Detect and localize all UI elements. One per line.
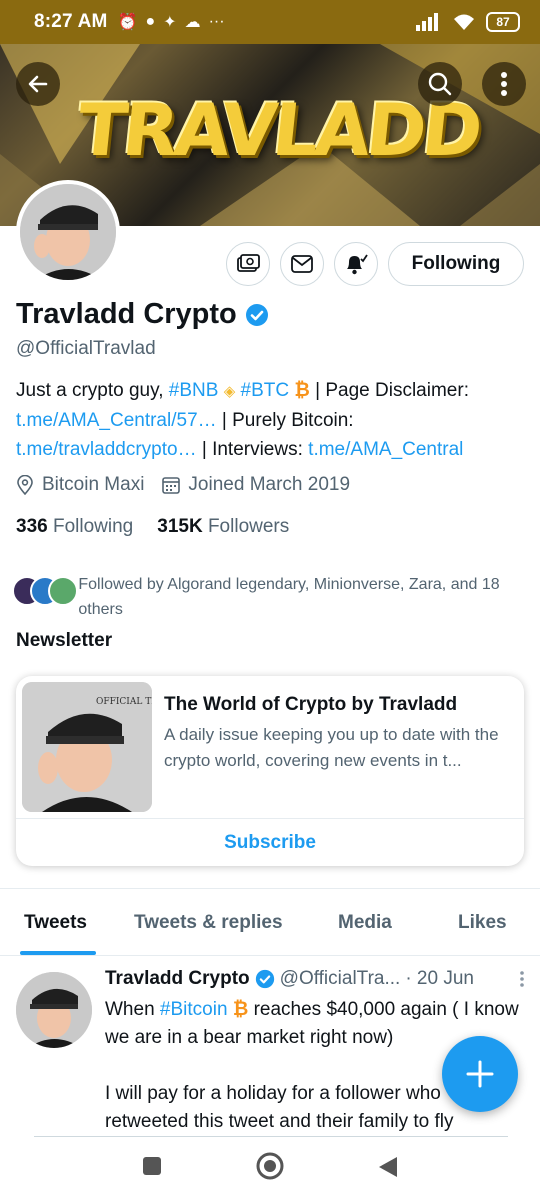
- bnb-icon: ◈: [223, 383, 236, 400]
- newsletter-title: The World of Crypto by Travladd: [164, 694, 458, 715]
- tweet-divider: [34, 1136, 508, 1137]
- recents-button[interactable]: [142, 1156, 162, 1181]
- bitcoin-icon: ₿: [294, 380, 310, 401]
- circle-icon: [256, 1152, 284, 1180]
- message-button[interactable]: [280, 242, 324, 286]
- tips-button[interactable]: [226, 242, 270, 286]
- twitter-icon: ✦: [163, 14, 177, 31]
- followed-by[interactable]: Followed by Algorand legendary, Minionve…: [12, 572, 524, 622]
- tweet-author-name[interactable]: Travladd Crypto: [105, 968, 250, 990]
- tab-media[interactable]: Media: [338, 912, 392, 934]
- display-name: Travladd Crypto: [16, 298, 269, 331]
- tweet-author-handle: @OfficialTra...: [279, 968, 401, 989]
- cloud-icon: ☁: [184, 14, 201, 31]
- search-icon: [428, 72, 452, 96]
- profile-location: Bitcoin Maxi: [42, 474, 145, 495]
- tab-tweets[interactable]: Tweets: [24, 912, 87, 934]
- tweet-avatar[interactable]: [16, 972, 92, 1048]
- newsletter-card[interactable]: OFFICIAL TRAVLADD The World of Crypto by…: [16, 676, 524, 866]
- bio-link-interviews[interactable]: t.me/AMA_Central: [308, 439, 463, 460]
- bell-check-icon: [347, 254, 368, 275]
- mail-icon: [291, 255, 313, 273]
- bio-text: | Interviews:: [196, 439, 309, 460]
- profile-joined-date: Joined March 2019: [188, 474, 351, 495]
- banner-logo-text: TRAVLADD: [73, 88, 483, 172]
- battery-icon: 87: [486, 12, 520, 32]
- bio-text: Just a crypto guy,: [16, 380, 169, 401]
- tab-likes[interactable]: Likes: [458, 912, 507, 934]
- home-button[interactable]: [256, 1152, 284, 1185]
- signal-icon: [416, 13, 438, 31]
- following-count-value: 336: [16, 516, 48, 537]
- followers-count-label: Followers: [207, 516, 290, 537]
- plus-icon: [466, 1060, 494, 1088]
- compose-tweet-button[interactable]: [442, 1036, 518, 1112]
- follower-avatar: [48, 576, 78, 606]
- profile-meta: Bitcoin Maxi Joined March 2019: [16, 474, 350, 496]
- tweet-more-icon[interactable]: [519, 970, 525, 988]
- tweet-text-segment: When: [105, 999, 160, 1020]
- status-bar: 8:27 AM ⏰ ● ✦ ☁ ··· 87: [0, 0, 540, 44]
- display-name-text: Travladd Crypto: [16, 298, 237, 330]
- system-navigation-bar: [0, 1138, 540, 1200]
- profile-avatar[interactable]: [16, 180, 120, 284]
- profile-handle: @OfficialTravlad: [16, 338, 156, 359]
- followed-by-avatars: [12, 572, 78, 606]
- bio-link-disclaimer[interactable]: t.me/AMA_Central/57…: [16, 410, 217, 431]
- notifications-button[interactable]: [334, 242, 378, 286]
- hashtag-bnb[interactable]: #BNB: [169, 380, 219, 401]
- search-button[interactable]: [418, 62, 462, 106]
- more-notifications-icon: ···: [208, 13, 225, 30]
- bio-text: | Purely Bitcoin:: [216, 410, 354, 431]
- section-divider: [0, 888, 540, 889]
- verified-badge-icon: [245, 303, 268, 326]
- bio-link-bitcoin[interactable]: t.me/travladdcrypto…: [16, 439, 197, 460]
- profile-bio: Just a crypto guy, #BNB ◈ #BTC ₿ | Page …: [16, 376, 524, 464]
- tweet-header: Travladd Crypto @OfficialTra... · 20 Jun: [105, 968, 525, 990]
- hashtag-btc[interactable]: #BTC: [241, 380, 290, 401]
- avatar-illustration: [20, 184, 116, 280]
- newsletter-image-label: OFFICIAL TRAVLADD: [96, 697, 152, 707]
- alarm-icon: ⏰: [117, 14, 138, 31]
- following-count[interactable]: 336 Following: [16, 516, 133, 538]
- messenger-icon: ●: [145, 13, 156, 30]
- subscribe-button[interactable]: Subscribe: [16, 819, 524, 866]
- newsletter-illustration: OFFICIAL TRAVLADD: [22, 682, 152, 812]
- arrow-left-icon: [28, 75, 48, 93]
- newsletter-section-title: Newsletter: [16, 630, 113, 651]
- more-vertical-icon: [501, 72, 507, 96]
- calendar-icon: [162, 477, 181, 494]
- more-options-button[interactable]: [482, 62, 526, 106]
- profile-tabs: Tweets Tweets & replies Media Likes: [0, 900, 540, 955]
- square-icon: [143, 1157, 161, 1175]
- newsletter-description: A daily issue keeping you up to date wit…: [164, 725, 499, 770]
- following-count-label: Following: [52, 516, 134, 537]
- followers-count-value: 315K: [157, 516, 203, 537]
- back-button[interactable]: [16, 62, 60, 106]
- status-time: 8:27 AM: [34, 11, 108, 32]
- money-icon: [237, 254, 260, 272]
- triangle-back-icon: [379, 1157, 397, 1177]
- tweet-text-segment: I will pay for a holiday for a follower …: [105, 1083, 454, 1132]
- tweet-avatar-illustration: [16, 972, 92, 1048]
- back-nav-button[interactable]: [378, 1156, 398, 1183]
- followed-by-text: Followed by Algorand legendary, Minionve…: [78, 576, 500, 618]
- tab-tweets-replies[interactable]: Tweets & replies: [134, 912, 283, 934]
- follow-counts: 336 Following 315K Followers: [16, 516, 289, 538]
- following-button[interactable]: Following: [388, 242, 524, 286]
- followers-count[interactable]: 315K Followers: [157, 516, 289, 538]
- wifi-icon: [454, 14, 474, 30]
- location-icon: [17, 475, 33, 495]
- status-notification-icons: ⏰ ● ✦ ☁ ···: [118, 12, 225, 32]
- newsletter-image: OFFICIAL TRAVLADD: [22, 682, 152, 812]
- bio-text: | Page Disclaimer:: [309, 380, 469, 401]
- bitcoin-icon: ₿: [232, 999, 249, 1020]
- tweet-hashtag-bitcoin[interactable]: #Bitcoin: [160, 999, 228, 1020]
- verified-badge-icon: [255, 969, 274, 989]
- tweet-timestamp: · 20 Jun: [405, 968, 474, 989]
